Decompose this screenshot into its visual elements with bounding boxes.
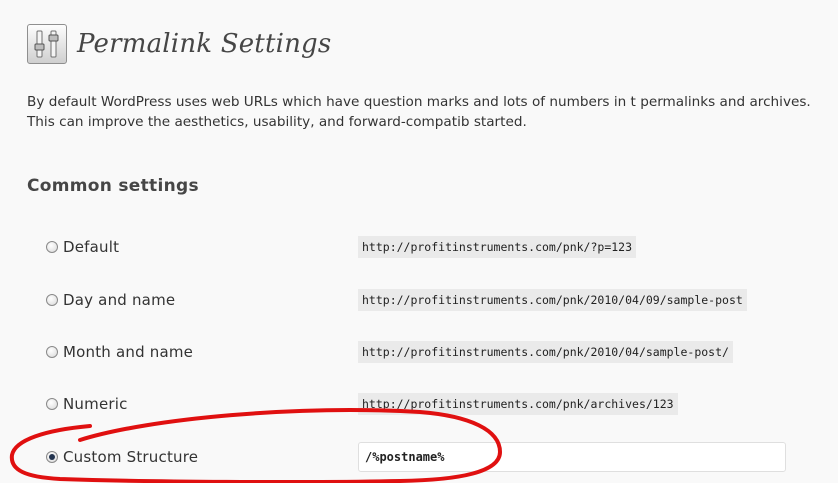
option-label: Day and name [63, 291, 176, 309]
custom-structure-input[interactable] [358, 442, 786, 472]
option-month-and-name[interactable]: Month and name [46, 337, 193, 367]
intro-text: By default WordPress uses web URLs which… [27, 94, 811, 130]
radio-custom-structure[interactable] [46, 451, 58, 463]
example-url: http://profitinstruments.com/pnk/?p=123 [358, 236, 637, 258]
option-label: Default [63, 238, 120, 256]
permalink-settings-page: Permalink Settings By default WordPress … [0, 0, 838, 483]
permalink-option-default: Default http://profitinstruments.com/pnk… [0, 232, 838, 262]
permalink-option-day-and-name: Day and name http://profitinstruments.co… [0, 285, 838, 315]
common-settings-heading: Common settings [27, 176, 199, 196]
page-title: Permalink Settings [77, 29, 332, 59]
radio-day-and-name[interactable] [46, 294, 58, 306]
example-url: http://profitinstruments.com/pnk/archive… [358, 393, 678, 415]
radio-month-and-name[interactable] [46, 346, 58, 358]
permalink-option-custom: Custom Structure [0, 442, 838, 472]
radio-numeric[interactable] [46, 398, 58, 410]
option-label: Custom Structure [63, 448, 199, 466]
option-default[interactable]: Default [46, 232, 119, 262]
option-label: Month and name [63, 343, 194, 361]
example-url: http://profitinstruments.com/pnk/2010/04… [358, 289, 747, 311]
settings-sliders-icon [27, 24, 67, 64]
permalink-option-month-and-name: Month and name http://profitinstruments.… [0, 337, 838, 367]
option-label: Numeric [63, 395, 128, 413]
option-day-and-name[interactable]: Day and name [46, 285, 175, 315]
permalink-option-numeric: Numeric http://profitinstruments.com/pnk… [0, 389, 838, 419]
page-header: Permalink Settings [27, 22, 331, 66]
option-custom-structure[interactable]: Custom Structure [46, 442, 198, 472]
option-numeric[interactable]: Numeric [46, 389, 128, 419]
example-url: http://profitinstruments.com/pnk/2010/04… [358, 341, 733, 363]
radio-default[interactable] [46, 241, 58, 253]
